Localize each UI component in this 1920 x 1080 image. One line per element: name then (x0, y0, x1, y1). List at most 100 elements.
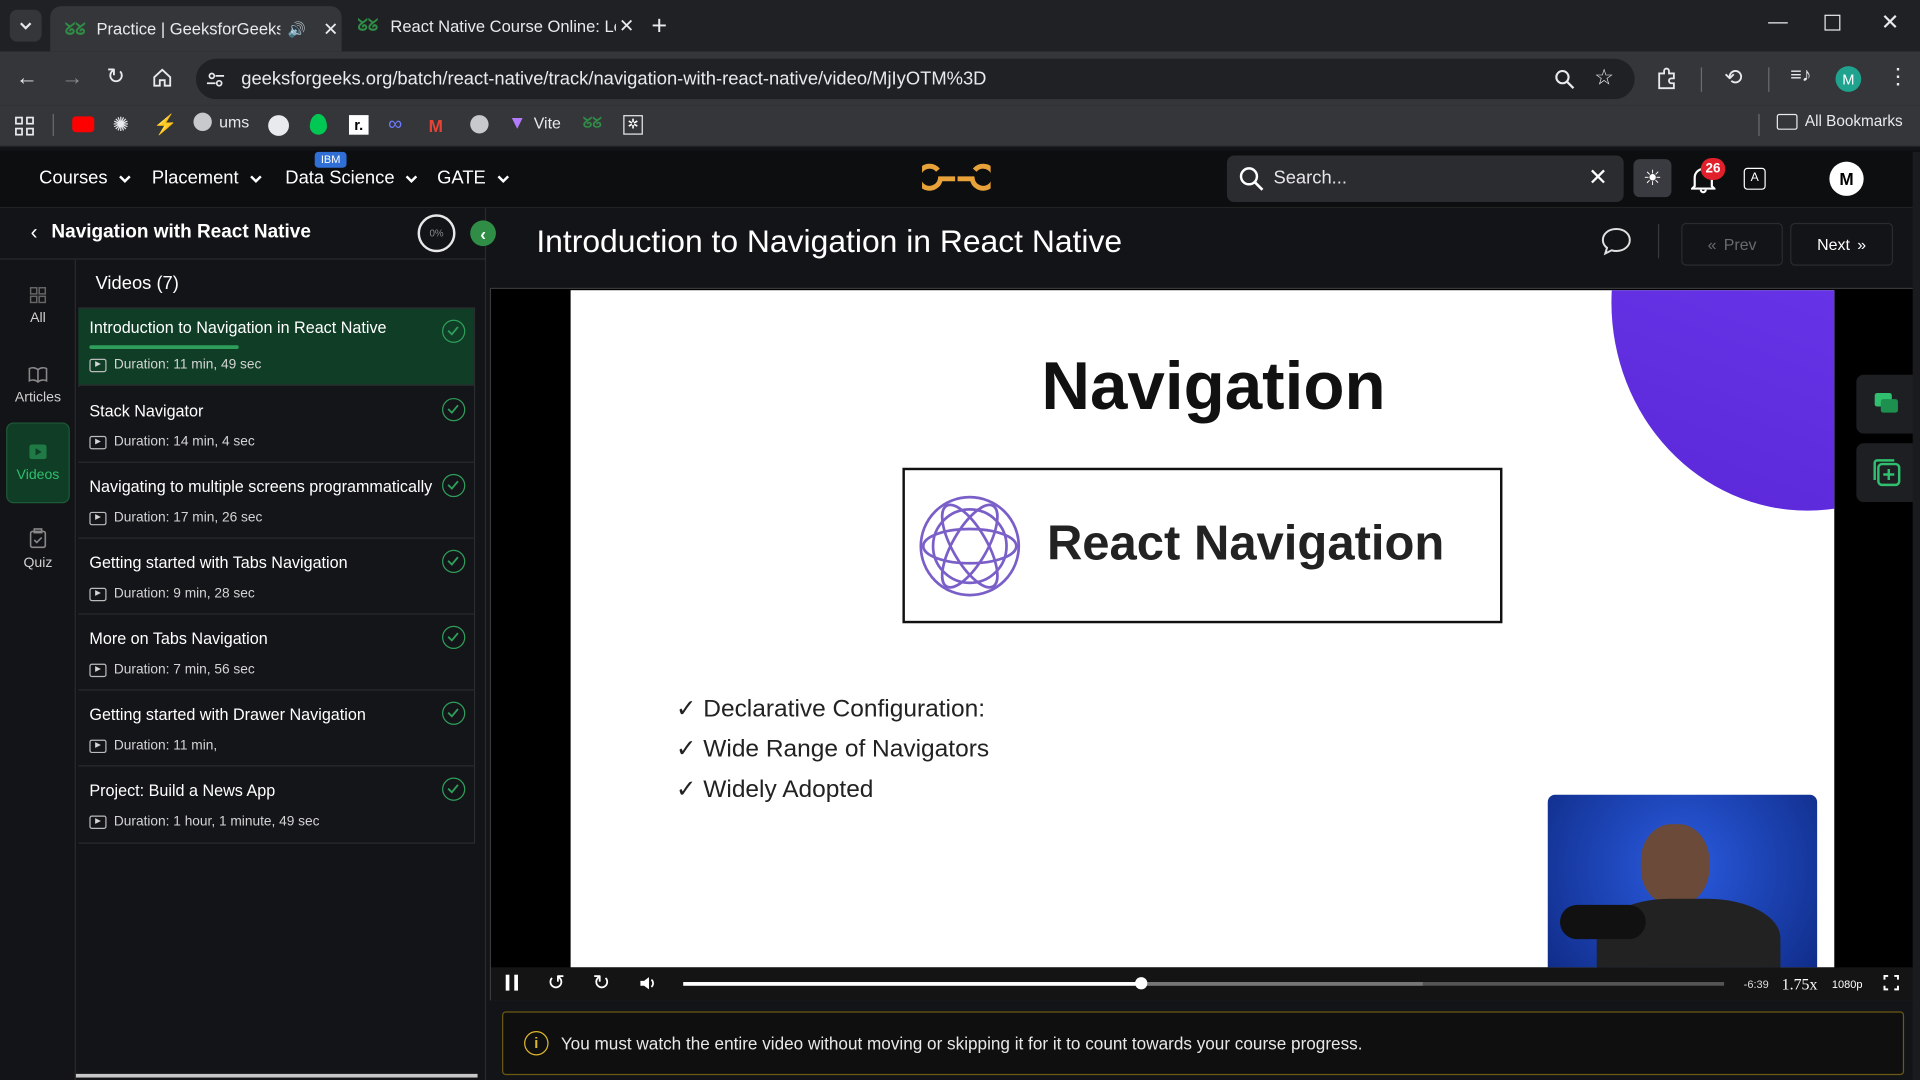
all-bookmarks-button[interactable]: All Bookmarks (1776, 113, 1903, 130)
site-info-icon[interactable] (206, 70, 226, 90)
notion-icon[interactable]: r. (348, 115, 369, 135)
forward-icon[interactable]: ↻ (593, 971, 610, 995)
theme-toggle[interactable]: ☀ (1633, 159, 1672, 198)
next-button[interactable]: Next » (1790, 222, 1894, 266)
video-list-item[interactable]: Project: Build a News App ▶ Duration: 1 … (78, 766, 474, 843)
add-note-float-button[interactable] (1856, 443, 1918, 503)
video-title: Introduction to Navigation in React Nati… (89, 318, 387, 337)
history-icon[interactable]: ⟲ (1724, 65, 1742, 91)
rail-item-videos[interactable]: Videos (6, 422, 70, 504)
duration-text: Duration: 1 hour, 1 minute, 49 sec (113, 814, 320, 829)
double-chevron-right-icon: » (1857, 235, 1867, 254)
gfg-icon[interactable]: ᘜᘜ (583, 114, 602, 132)
profile-avatar[interactable]: M (1835, 66, 1862, 92)
leaf-icon[interactable] (309, 113, 327, 135)
ibm-badge: IBM (314, 151, 347, 168)
video-list-item[interactable]: More on Tabs Navigation ▶ Duration: 7 mi… (78, 614, 474, 691)
translate-icon[interactable]: A (1743, 167, 1766, 190)
video-list-item[interactable]: Introduction to Navigation in React Nati… (78, 308, 474, 386)
playback-speed[interactable]: 1.75x (1782, 975, 1818, 995)
search-input[interactable]: Search... (1273, 168, 1347, 189)
menu-placement[interactable]: Placement (152, 168, 263, 189)
bookmark-star-icon[interactable]: ☆ (1594, 65, 1614, 91)
menu-gate[interactable]: GATE (437, 168, 510, 189)
sidebar-scrollbar[interactable] (75, 1073, 478, 1078)
close-icon[interactable]: ✕ (323, 18, 338, 40)
fullscreen-icon[interactable] (1883, 974, 1899, 991)
checkmark-icon: ✓ (675, 735, 704, 763)
media-control-icon[interactable]: ≡♪ (1790, 65, 1811, 87)
tab-search-button[interactable] (9, 9, 42, 42)
volume-icon[interactable] (639, 975, 657, 992)
rail-item-quiz[interactable]: Quiz (6, 508, 70, 589)
gmail-icon[interactable]: M (429, 116, 443, 136)
next-label: Next (1817, 235, 1850, 254)
video-list-item[interactable]: Getting started with Tabs Navigation ▶ D… (78, 538, 474, 615)
prev-button[interactable]: « Prev (1681, 222, 1783, 266)
bookmark-divider (1758, 113, 1760, 136)
video-duration: ▶ Duration: 1 hour, 1 minute, 49 sec (89, 814, 319, 829)
bullet-text: Widely Adopted (703, 776, 874, 804)
reload-button[interactable]: ↻ (107, 64, 125, 90)
menu-courses[interactable]: Courses (39, 168, 132, 189)
tab-title: Practice | GeeksforGeeks | A (96, 19, 281, 38)
chevron-down-icon (20, 22, 32, 30)
search-icon (1239, 167, 1264, 191)
seek-handle[interactable] (1135, 977, 1148, 990)
browser-menu-icon[interactable]: ⋮ (1887, 64, 1909, 90)
tab-practice[interactable]: ᘜᘜ Practice | GeeksforGeeks | A 🔊 ✕ (50, 6, 342, 52)
openai-icon[interactable]: ✺ (113, 113, 129, 137)
sun-icon: ☀ (1643, 165, 1662, 190)
video-duration: ▶ Duration: 14 min, 4 sec (89, 435, 255, 449)
back-button[interactable]: ← (16, 65, 38, 91)
notice-text: You must watch the entire video without … (560, 1033, 1363, 1054)
page-scrollbar[interactable] (1912, 151, 1920, 1080)
pause-icon[interactable] (505, 974, 518, 991)
bookmark-ums[interactable]: ums (193, 112, 249, 132)
bolt-icon[interactable]: ⚡ (153, 113, 177, 137)
url-text[interactable]: geeksforgeeks.org/batch/react-native/tra… (241, 69, 986, 90)
github-icon[interactable] (268, 115, 289, 136)
forward-button[interactable]: → (61, 65, 83, 91)
slide-bullet: ✓ Declarative Configuration: (676, 689, 989, 729)
globe-icon[interactable] (470, 115, 489, 134)
check-circle-icon (442, 549, 466, 574)
videos-heading: Videos (7) (95, 273, 179, 294)
new-tab-button[interactable]: + (651, 10, 667, 42)
rail-item-articles[interactable]: Articles (6, 345, 70, 426)
video-list-item[interactable]: Stack Navigator ▶ Duration: 14 min, 4 se… (78, 386, 474, 463)
restore-button[interactable] (1824, 14, 1841, 31)
rail-item-all[interactable]: All (6, 266, 70, 347)
close-window-button[interactable]: ✕ (1881, 10, 1899, 36)
bookmark-vite[interactable]: ▼ Vite (508, 113, 561, 134)
tab-react-native-course[interactable]: ᘜᘜ React Native Course Online: Lea ✕ (345, 7, 635, 44)
clear-search-icon[interactable]: ✕ (1588, 164, 1607, 192)
chat-float-button[interactable] (1856, 374, 1918, 434)
gfg-logo[interactable] (922, 162, 991, 196)
close-icon[interactable]: ✕ (619, 15, 634, 37)
slide-bullets: ✓ Declarative Configuration: ✓ Wide Rang… (676, 689, 989, 810)
user-avatar[interactable]: M (1829, 161, 1864, 196)
minimize-button[interactable]: — (1768, 12, 1788, 34)
collapse-sidebar-button[interactable]: ‹ (470, 220, 496, 247)
youtube-icon[interactable] (72, 116, 95, 133)
quality-setting[interactable]: 1080p (1832, 978, 1863, 990)
extensions-icon[interactable] (1656, 67, 1679, 90)
video-duration: ▶ Duration: 9 min, 28 sec (89, 587, 255, 601)
zoom-icon[interactable] (1554, 69, 1575, 90)
wave-icon[interactable]: ∞ (388, 114, 402, 136)
menu-data-science[interactable]: Data Science (285, 168, 419, 189)
slide-bullet: ✓ Wide Range of Navigators (676, 730, 989, 770)
video-list-item[interactable]: Getting started with Drawer Navigation ▶… (78, 690, 474, 767)
slide-heading: Navigation (1041, 347, 1386, 424)
speaker-icon[interactable]: 🔊 (288, 20, 306, 37)
rewind-icon[interactable]: ↺ (547, 971, 564, 995)
back-chevron-icon[interactable]: ‹ (31, 220, 38, 244)
apps-grid-icon[interactable] (15, 116, 35, 136)
comments-button[interactable] (1600, 227, 1632, 256)
video-list-item[interactable]: Navigating to multiple screens programma… (78, 462, 474, 539)
puzzle-icon[interactable]: ✲ (623, 115, 643, 135)
duration-text: Duration: 17 min, 26 sec (113, 510, 263, 526)
home-button[interactable] (152, 67, 173, 88)
bookmark-label: Vite (533, 113, 561, 133)
